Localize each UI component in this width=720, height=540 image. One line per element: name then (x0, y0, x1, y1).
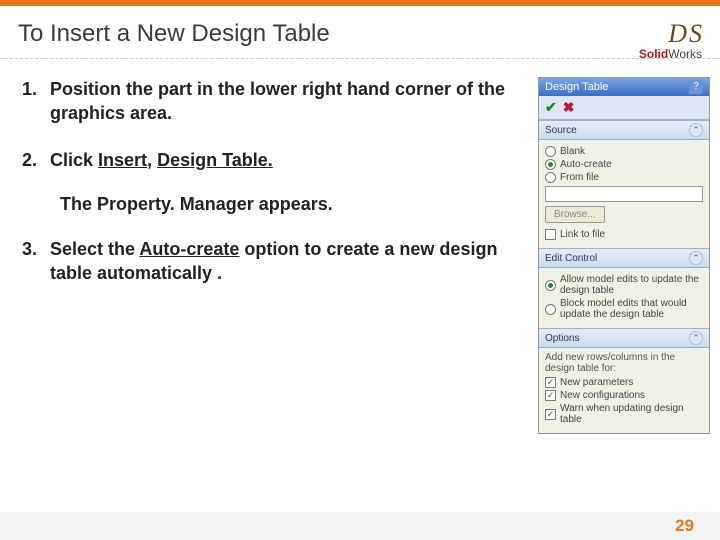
radio-blank-label: Blank (560, 146, 585, 157)
file-path-input[interactable] (545, 186, 703, 202)
chevron-up-icon[interactable]: ⌃ (689, 251, 703, 265)
section-source-label: Source (545, 125, 577, 136)
logo-glyph-d: D (668, 24, 687, 45)
panel-title-text: Design Table (545, 81, 608, 93)
panel-titlebar: Design Table ? (539, 78, 709, 96)
section-source-body: Blank Auto-create From file Browse... Li… (539, 140, 709, 248)
checkbox-warn[interactable]: Warn when updating design table (545, 403, 703, 425)
radio-allow-label: Allow model edits to update the design t… (560, 274, 703, 296)
step-2-designtable: Design Table. (157, 150, 273, 170)
logo-rest: Works (668, 47, 702, 61)
checkbox-link-to-file[interactable]: Link to file (545, 229, 703, 240)
link-label: Link to file (560, 229, 605, 240)
radio-block-label: Block model edits that would update the … (560, 298, 703, 320)
step-2: Click Insert, Design Table. (22, 148, 528, 172)
radio-block-edits[interactable]: Block model edits that would update the … (545, 298, 703, 320)
checkbox-new-parameters[interactable]: New parameters (545, 377, 703, 388)
page-number: 29 (675, 516, 694, 536)
step-2-insert: Insert, (98, 150, 152, 170)
step-3-autocreate: Auto-create (139, 239, 239, 259)
radio-file-label: From file (560, 172, 599, 183)
step-2-result: The Property. Manager appears. (60, 194, 528, 215)
panel-actions: ✔ ✖ (539, 96, 709, 120)
options-intro: Add new rows/columns in the design table… (545, 352, 703, 374)
section-edit-body: Allow model edits to update the design t… (539, 268, 709, 328)
radio-auto-create[interactable]: Auto-create (545, 159, 703, 170)
chevron-up-icon[interactable]: ⌃ (689, 331, 703, 345)
logo-mark: D S (639, 24, 702, 45)
section-options-head[interactable]: Options ⌃ (539, 328, 709, 348)
ok-icon[interactable]: ✔ (545, 99, 557, 116)
cb-warn-label: Warn when updating design table (560, 403, 703, 425)
logo-text: SolidWorks (639, 47, 702, 61)
radio-from-file[interactable]: From file (545, 172, 703, 183)
radio-allow-edits[interactable]: Allow model edits to update the design t… (545, 274, 703, 296)
browse-button[interactable]: Browse... (545, 206, 605, 223)
logo-bold: Solid (639, 47, 668, 61)
cb-newparams-label: New parameters (560, 377, 633, 388)
chevron-up-icon[interactable]: ⌃ (689, 123, 703, 137)
radio-blank[interactable]: Blank (545, 146, 703, 157)
logo-glyph-s: S (689, 24, 702, 45)
step-2-a: Click (50, 150, 98, 170)
slide-header: To Insert a New Design Table D S SolidWo… (0, 6, 720, 59)
cb-newconfigs-label: New configurations (560, 390, 645, 401)
help-icon[interactable]: ? (689, 80, 703, 94)
cancel-icon[interactable]: ✖ (563, 99, 575, 116)
step-1-text: Position the part in the lower right han… (50, 79, 505, 123)
slide-content: Position the part in the lower right han… (0, 59, 720, 434)
section-edit-label: Edit Control (545, 253, 597, 264)
property-manager-panel: Design Table ? ✔ ✖ Source ⌃ Blank Auto-c… (538, 77, 710, 434)
page-title: To Insert a New Design Table (18, 20, 720, 48)
footer-strip (0, 512, 720, 540)
section-source-head[interactable]: Source ⌃ (539, 120, 709, 140)
step-3-a: Select the (50, 239, 139, 259)
step-3: Select the Auto-create option to create … (22, 237, 528, 286)
checkbox-new-configurations[interactable]: New configurations (545, 390, 703, 401)
step-1: Position the part in the lower right han… (22, 77, 528, 126)
section-options-label: Options (545, 333, 579, 344)
brand-logo: D S SolidWorks (639, 24, 702, 61)
steps-list: Position the part in the lower right han… (0, 77, 538, 434)
section-options-body: Add new rows/columns in the design table… (539, 348, 709, 433)
section-edit-head[interactable]: Edit Control ⌃ (539, 248, 709, 268)
radio-auto-label: Auto-create (560, 159, 612, 170)
